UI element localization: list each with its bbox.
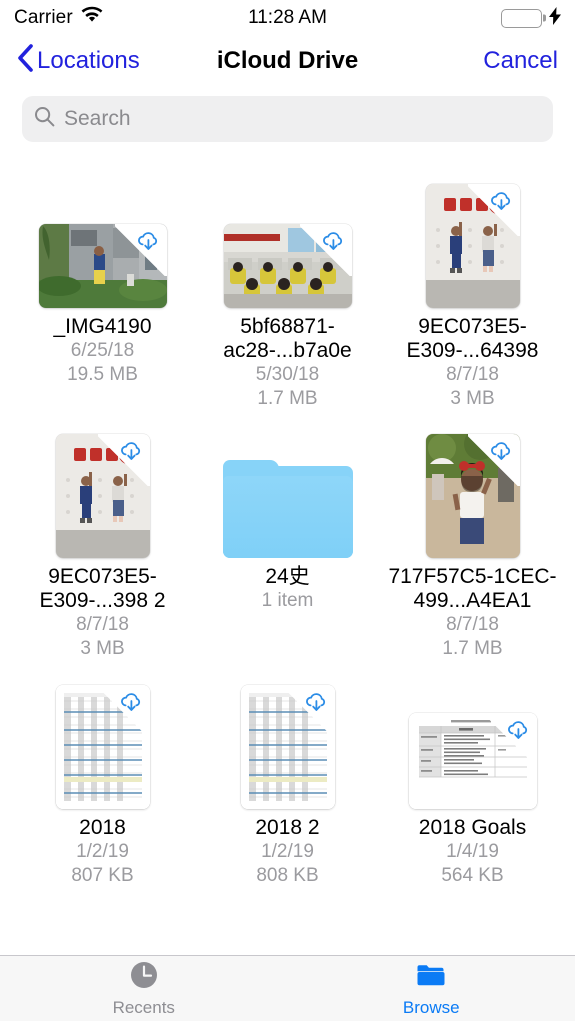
file-grid: _IMG4190 6/25/18 19.5 MB 5bf68871-ac28-.…: [0, 160, 575, 955]
photo-thumbnail: [425, 184, 520, 308]
search-bar-container: Search: [0, 86, 575, 160]
back-button-label: Locations: [37, 47, 140, 74]
thumbnail-container: [384, 675, 561, 809]
search-input-placeholder: Search: [64, 107, 131, 130]
file-item[interactable]: 717F57C5-1CEC-499...A4EA1 8/7/18 1.7 MB: [380, 424, 565, 660]
file-item[interactable]: _IMG4190 6/25/18 19.5 MB: [10, 174, 195, 410]
battery-icon: [501, 8, 546, 28]
status-bar: Carrier 11:28 AM: [0, 0, 575, 36]
folder-item-count: 1 item: [261, 590, 314, 612]
icloud-drive-file-picker: Carrier 11:28 AM Locations iCloud Drive …: [0, 0, 575, 1021]
lightning-bolt-icon: [549, 7, 561, 29]
file-size: 3 MB: [80, 638, 125, 660]
thumbnail-container: [14, 675, 191, 809]
file-name: _IMG4190: [53, 315, 152, 338]
search-field[interactable]: Search: [22, 96, 553, 142]
file-name: 5bf68871-ac28-...b7a0e: [223, 315, 352, 362]
photo-thumbnail: [38, 224, 167, 308]
photo-thumbnail: [425, 434, 520, 559]
thumbnail-container: [14, 174, 191, 308]
cancel-button[interactable]: Cancel: [483, 47, 558, 75]
file-date: 5/30/18: [255, 363, 320, 385]
file-date: 8/7/18: [446, 363, 499, 385]
file-date: 6/25/18: [70, 339, 135, 361]
spreadsheet-thumbnail: [55, 684, 150, 809]
file-item[interactable]: 5bf68871-ac28-...b7a0e 5/30/18 1.7 MB: [195, 174, 380, 410]
thumbnail-container: [199, 424, 376, 559]
file-size: 1.7 MB: [257, 387, 318, 409]
file-name: 717F57C5-1CEC-499...A4EA1: [388, 565, 557, 613]
thumbnail-container: [384, 174, 561, 308]
chevron-left-icon: [17, 43, 33, 79]
tab-recents-label: Recents: [112, 997, 175, 1017]
file-size: 808 KB: [256, 864, 319, 886]
spreadsheet-thumbnail: [240, 684, 335, 809]
thumbnail-container: [199, 675, 376, 809]
file-date: 1/2/19: [76, 840, 129, 862]
file-item[interactable]: 2018 Goals 1/4/19 564 KB: [380, 675, 565, 888]
file-item[interactable]: 2018 2 1/2/19 808 KB: [195, 675, 380, 888]
thumbnail-container: [199, 174, 376, 308]
document-thumbnail: [408, 712, 537, 809]
carrier-label: Carrier: [14, 7, 73, 28]
tab-bar: Recents Browse: [0, 955, 575, 1021]
thumbnail-container: [384, 424, 561, 559]
file-date: 8/7/18: [446, 614, 499, 636]
folder-icon: [222, 460, 353, 559]
file-name: 9EC073E5-E309-...398 2: [39, 565, 166, 613]
tab-browse[interactable]: Browse: [288, 956, 575, 1021]
clock-icon: [129, 960, 159, 995]
file-size: 3 MB: [450, 387, 495, 409]
file-size: 564 KB: [441, 864, 504, 886]
search-icon: [34, 106, 55, 132]
file-item[interactable]: 9EC073E5-E309-...64398 8/7/18 3 MB: [380, 174, 565, 410]
file-size: 807 KB: [71, 864, 134, 886]
file-size: 19.5 MB: [67, 363, 138, 385]
file-name: 2018 2: [255, 815, 320, 839]
tab-browse-label: Browse: [402, 997, 460, 1017]
file-item[interactable]: 2018 1/2/19 807 KB: [10, 675, 195, 888]
status-bar-right: [501, 7, 561, 29]
wifi-icon: [80, 6, 104, 30]
file-name: 9EC073E5-E309-...64398: [406, 315, 539, 362]
back-button-locations[interactable]: Locations: [17, 43, 140, 79]
thumbnail-container: [14, 424, 191, 559]
folder-name: 24史: [265, 565, 310, 589]
navigation-bar: Locations iCloud Drive Cancel: [0, 36, 575, 86]
file-date: 1/4/19: [446, 840, 499, 862]
photo-thumbnail: [55, 434, 150, 559]
folder-item[interactable]: 24史 1 item: [195, 424, 380, 660]
folder-icon: [416, 960, 446, 995]
file-name: 2018 Goals: [418, 815, 527, 839]
tab-recents[interactable]: Recents: [0, 956, 288, 1021]
file-size: 1.7 MB: [442, 638, 503, 660]
file-date: 1/2/19: [261, 840, 314, 862]
file-item[interactable]: 9EC073E5-E309-...398 2 8/7/18 3 MB: [10, 424, 195, 660]
status-bar-left: Carrier: [14, 6, 104, 30]
photo-thumbnail: [223, 224, 352, 308]
file-name: 2018: [79, 815, 126, 839]
file-date: 8/7/18: [76, 614, 129, 636]
